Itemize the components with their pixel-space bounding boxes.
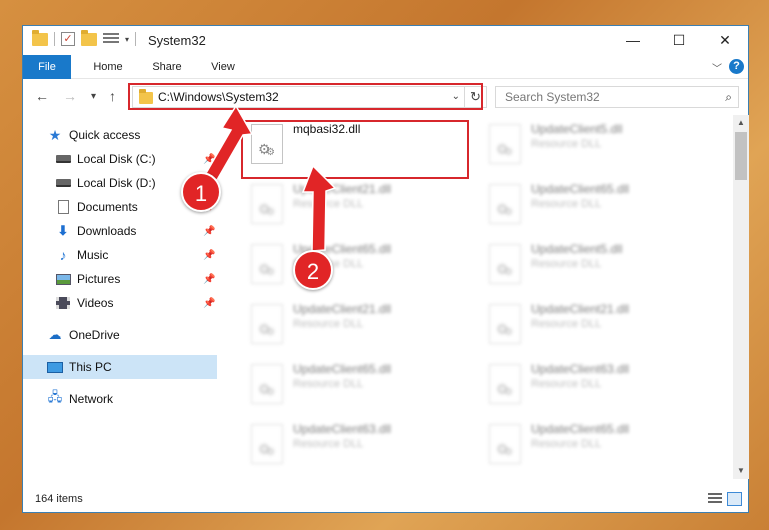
arrow-to-address-bar [203, 104, 254, 181]
step-1-badge: 1 [181, 172, 221, 212]
step-2-badge: 2 [293, 250, 333, 290]
annotation-arrows [203, 104, 337, 252]
arrow-to-file [301, 164, 337, 252]
